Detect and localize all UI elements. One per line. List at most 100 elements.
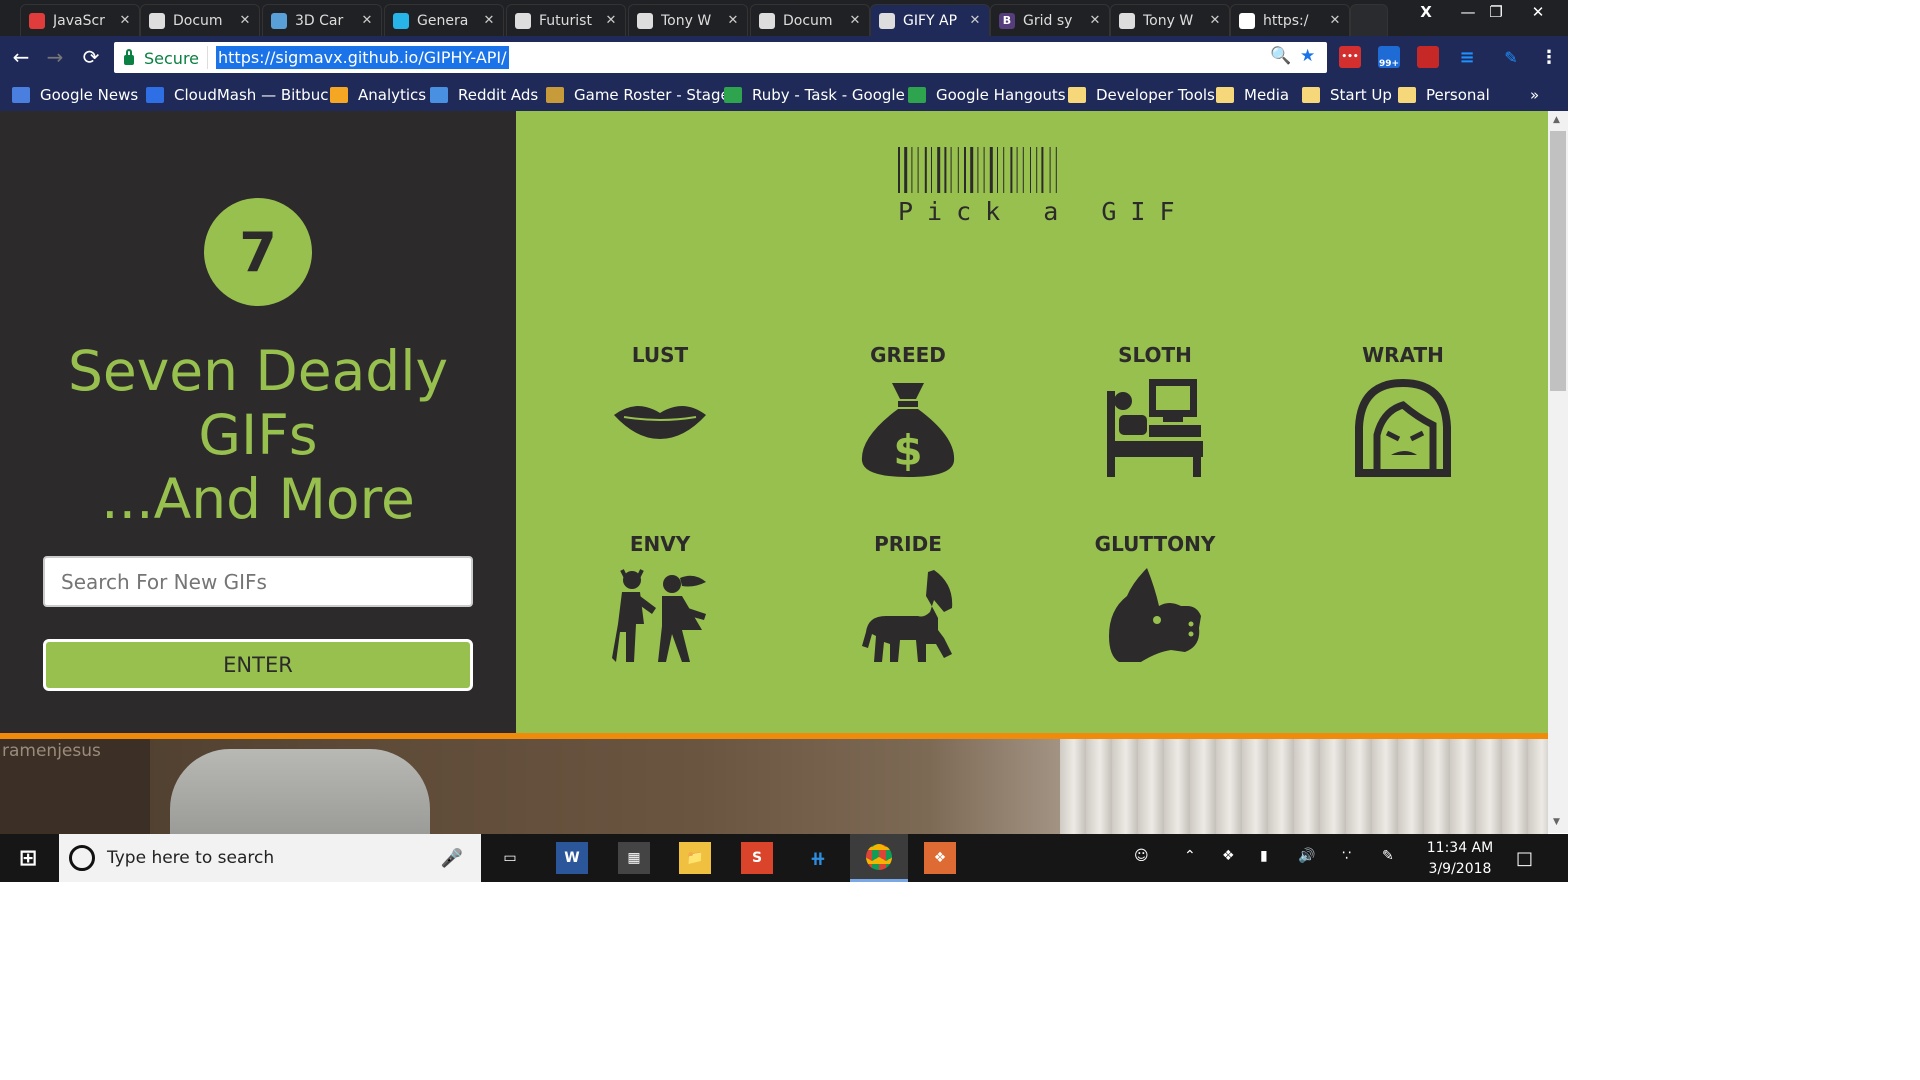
- chrome-menu-icon[interactable]: ⋮: [1538, 46, 1560, 68]
- pen-tray-icon[interactable]: ✎: [1382, 848, 1394, 864]
- taskbar-search[interactable]: Type here to search 🎤: [59, 834, 481, 882]
- windows-start-icon[interactable]: ⊞: [12, 842, 44, 874]
- close-tab-icon[interactable]: ✕: [1085, 13, 1105, 28]
- scroll-up-icon[interactable]: ▲: [1553, 115, 1560, 125]
- bookmark-icon: [330, 87, 348, 103]
- bookmark-4[interactable]: Game Roster - Stage: [546, 86, 730, 104]
- new-tab-button[interactable]: [1350, 4, 1388, 36]
- bookmark-3[interactable]: Reddit Ads: [430, 86, 538, 104]
- tab-4[interactable]: Futurist ✕: [506, 4, 626, 36]
- pen-extension-icon[interactable]: ✎: [1500, 46, 1522, 68]
- enter-button[interactable]: ENTER: [43, 639, 473, 691]
- bookmarks-overflow-button[interactable]: »: [1530, 86, 1539, 104]
- bookmark-10[interactable]: Personal: [1398, 86, 1490, 104]
- bookmark-6[interactable]: Google Hangouts: [908, 86, 1066, 104]
- bookmark-label: Google News: [40, 86, 139, 104]
- menu-extension-icon[interactable]: ≡: [1456, 46, 1478, 68]
- tab-7[interactable]: GIFY AP ✕: [870, 4, 990, 36]
- folder-icon: [1398, 87, 1416, 103]
- tab-title: Docum: [173, 12, 223, 29]
- calculator-icon[interactable]: ▦: [618, 842, 650, 874]
- sublime-icon[interactable]: S: [741, 842, 773, 874]
- close-window-button[interactable]: ✕: [1520, 0, 1556, 24]
- money-bag-icon: $: [861, 383, 955, 477]
- close-tab-icon[interactable]: ✕: [115, 13, 135, 28]
- restore-button[interactable]: ❐: [1478, 0, 1514, 24]
- sin-lust[interactable]: LUST: [560, 343, 760, 472]
- tab-2[interactable]: 3D Car ✕: [262, 4, 382, 36]
- sins-panel: Pick a GIF LUST GREED $ SLOTH WRATH ENVY…: [516, 111, 1548, 733]
- image-tab-icon: [271, 12, 287, 29]
- title-line-3: ...And More: [101, 467, 415, 531]
- page-scrollbar[interactable]: ▲ ▼: [1548, 111, 1568, 833]
- bookmark-1[interactable]: CloudMash — Bitbuc: [146, 86, 328, 104]
- zoom-icon[interactable]: 🔍: [1270, 46, 1291, 66]
- task-view-icon[interactable]: ▭: [494, 842, 526, 874]
- close-tab-icon[interactable]: ✕: [723, 13, 743, 28]
- tab-8[interactable]: B Grid sy ✕: [990, 4, 1110, 36]
- tab-9[interactable]: Tony W ✕: [1110, 4, 1230, 36]
- bookmark-9[interactable]: Start Up: [1302, 86, 1392, 104]
- doc-tab-icon: [637, 12, 653, 29]
- tab-5[interactable]: Tony W ✕: [628, 4, 748, 36]
- back-button[interactable]: ←: [8, 44, 34, 70]
- tab-1[interactable]: Docum ✕: [140, 4, 260, 36]
- close-tab-icon[interactable]: ✕: [1325, 13, 1345, 28]
- file-explorer-icon[interactable]: 📁: [679, 842, 711, 874]
- sin-sloth[interactable]: SLOTH: [1055, 343, 1255, 477]
- volume-icon[interactable]: 🔊: [1298, 848, 1315, 864]
- lastpass-icon[interactable]: •••: [1339, 46, 1361, 68]
- sin-gluttony[interactable]: GLUTTONY: [1055, 532, 1255, 666]
- word-icon[interactable]: W: [556, 842, 588, 874]
- chrome-taskbar-icon[interactable]: [850, 834, 908, 882]
- tab-0[interactable]: JavaScr ✕: [20, 4, 140, 36]
- bookmark-2[interactable]: Analytics: [330, 86, 426, 104]
- close-tab-icon[interactable]: ✕: [601, 13, 621, 28]
- forward-button[interactable]: →: [42, 44, 68, 70]
- microphone-icon[interactable]: 🎤: [441, 848, 463, 869]
- tab-10[interactable]: https:/ ✕: [1230, 4, 1350, 36]
- tab-6[interactable]: Docum ✕: [750, 4, 870, 36]
- bookmark-star-icon[interactable]: ★: [1300, 46, 1315, 66]
- scrollbar-thumb[interactable]: [1550, 131, 1566, 391]
- close-tab-icon[interactable]: ✕: [845, 13, 865, 28]
- profile-button[interactable]: X: [1408, 0, 1444, 24]
- omnibox-divider: [207, 46, 208, 69]
- people-icon[interactable]: ☺: [1134, 848, 1149, 864]
- sin-greed[interactable]: GREED $: [808, 343, 1008, 477]
- gitkraken-icon[interactable]: ❖: [924, 842, 956, 874]
- omnibox[interactable]: Secure https://sigmavx.github.io/GIPHY-A…: [114, 42, 1327, 73]
- bookmark-extension-icon[interactable]: [1417, 46, 1439, 68]
- tab-strip: JavaScr ✕ Docum ✕ 3D Car ✕ Genera ✕ Futurist ✕ Ton…: [0, 0, 1568, 36]
- bookmark-8[interactable]: Media: [1216, 86, 1289, 104]
- bookmark-0[interactable]: Google News: [12, 86, 138, 104]
- doc-tab-icon: [149, 12, 165, 29]
- sin-pride[interactable]: PRIDE: [808, 532, 1008, 666]
- bookmark-5[interactable]: Ruby - Task - Google: [724, 86, 905, 104]
- taskbar-clock[interactable]: 11:34 AM 3/9/2018: [1420, 838, 1500, 880]
- battery-icon[interactable]: ▮: [1260, 848, 1268, 864]
- envy-figures-icon: [612, 569, 706, 662]
- gif-search-input[interactable]: [43, 556, 473, 607]
- close-tab-icon[interactable]: ✕: [479, 13, 499, 28]
- close-tab-icon[interactable]: ✕: [235, 13, 255, 28]
- sin-envy[interactable]: ENVY: [560, 532, 760, 666]
- folder-icon: [1068, 87, 1086, 103]
- tab-3[interactable]: Genera ✕: [384, 4, 504, 36]
- sin-wrath[interactable]: WRATH: [1303, 343, 1503, 477]
- close-tab-icon[interactable]: ✕: [357, 13, 377, 28]
- reload-button[interactable]: ⟳: [78, 44, 104, 70]
- extension-badge-icon[interactable]: 99+: [1378, 46, 1400, 69]
- gif-preview-image[interactable]: ramenjesus: [0, 739, 1548, 834]
- notifications-icon[interactable]: □: [1516, 848, 1533, 869]
- close-tab-icon[interactable]: ✕: [965, 13, 985, 28]
- scroll-down-icon[interactable]: ▼: [1553, 817, 1560, 827]
- url-text[interactable]: https://sigmavx.github.io/GIPHY-API/: [216, 46, 509, 69]
- vscode-icon[interactable]: ⧺: [802, 842, 834, 874]
- dropbox-icon[interactable]: ❖: [1222, 848, 1235, 864]
- secure-indicator[interactable]: Secure: [124, 48, 199, 68]
- bookmark-7[interactable]: Developer Tools: [1068, 86, 1215, 104]
- tray-chevron-icon[interactable]: ⌃: [1184, 848, 1196, 864]
- close-tab-icon[interactable]: ✕: [1205, 13, 1225, 28]
- wifi-icon[interactable]: ∵: [1342, 848, 1351, 864]
